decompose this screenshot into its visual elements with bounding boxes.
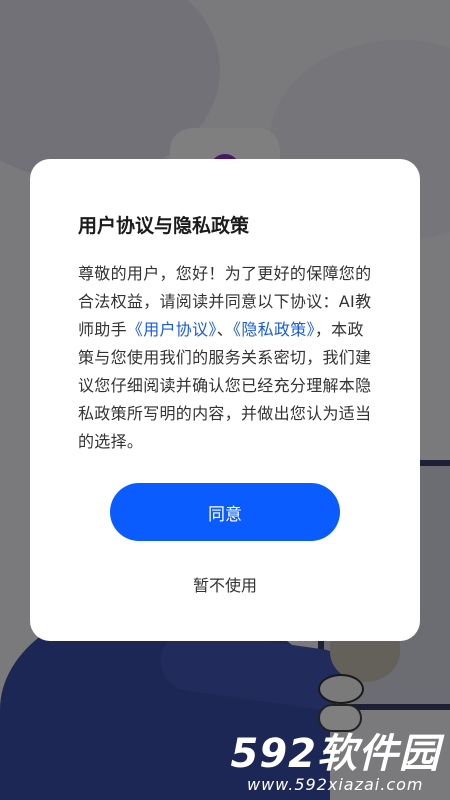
decline-button[interactable]: 暂不使用	[155, 569, 295, 599]
watermark-number: 592	[230, 731, 317, 777]
user-agreement-link[interactable]: 《用户协议》	[127, 320, 217, 339]
privacy-policy-link[interactable]: 《隐私政策》	[233, 320, 315, 339]
privacy-dialog: 用户协议与隐私政策 尊敬的用户，您好！为了更好的保障您的合法权益，请阅读并同意以…	[30, 159, 420, 641]
body-rest-text: ，本政策与您使用我们的服务关系密切，我们建议您仔细阅读并确认您已经充分理解本隐私…	[78, 320, 372, 451]
watermark-logo: 592软件园 www.592xiazai.com	[231, 732, 441, 794]
watermark-title: 592软件园	[231, 732, 441, 776]
dialog-title: 用户协议与隐私政策	[78, 215, 250, 237]
dialog-body: 尊敬的用户，您好！为了更好的保障您的合法权益，请阅读并同意以下协议：AI教师助手…	[78, 260, 378, 456]
watermark-url: www.592xiazai.com	[247, 775, 424, 794]
agree-button[interactable]: 同意	[110, 483, 340, 541]
watermark-name: 软件园	[317, 731, 440, 777]
separator-text: 、	[216, 320, 234, 339]
